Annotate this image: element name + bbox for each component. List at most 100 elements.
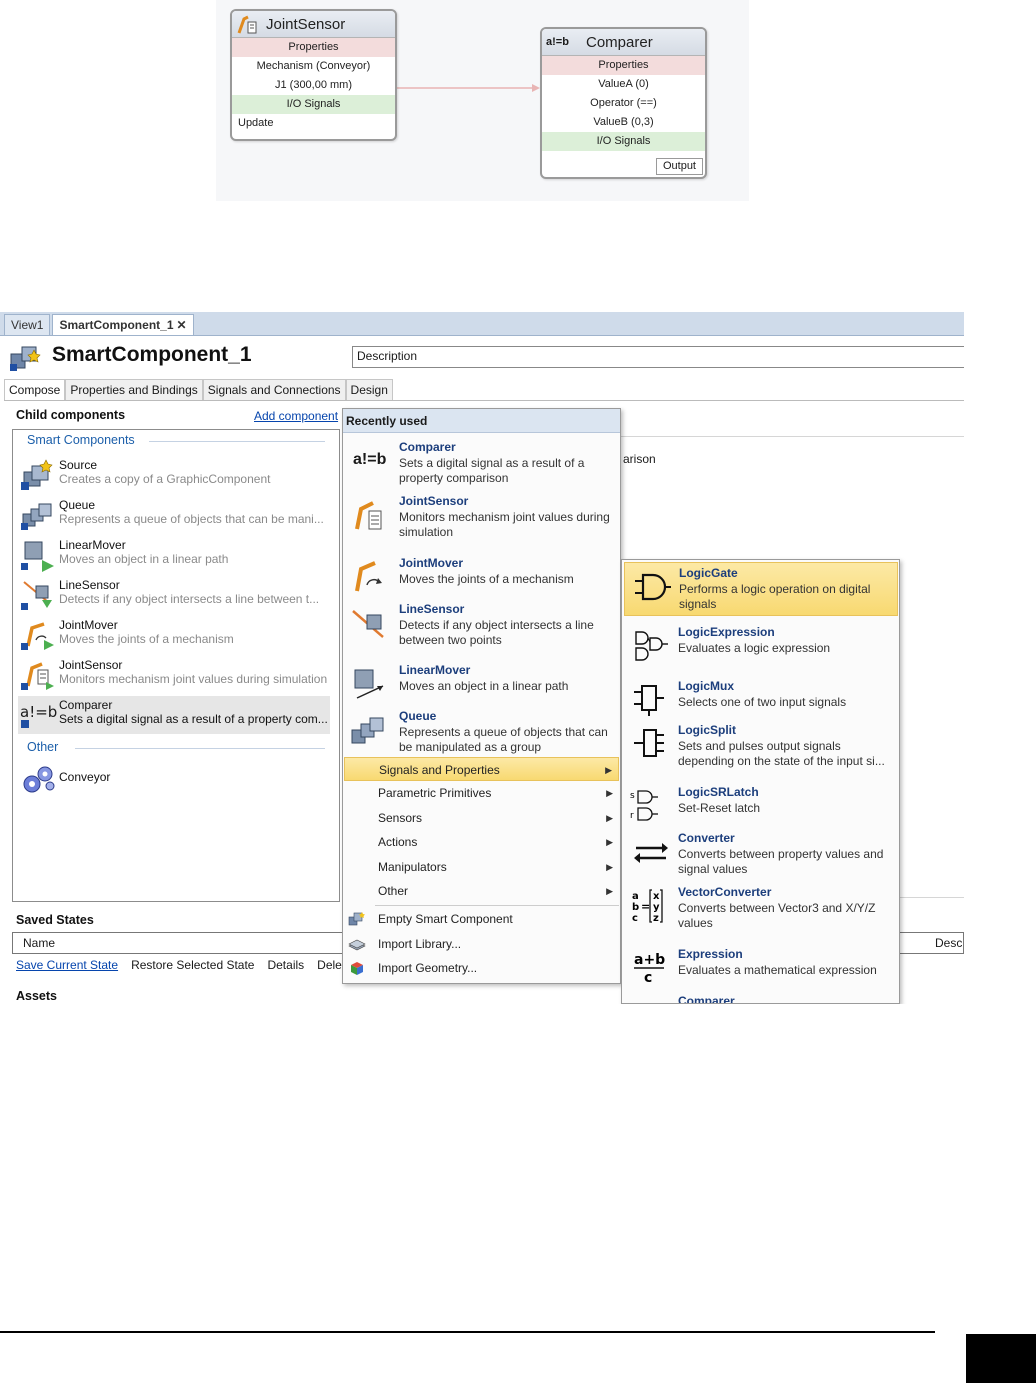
menu-item-vectorconverter[interactable]: a b c = x y z VectorConverter Converts b… xyxy=(624,882,898,936)
menu-item-title: Expression xyxy=(678,947,743,961)
svg-text:b: b xyxy=(632,902,639,913)
menu-item-linesensor[interactable]: LineSensor Detects if any object interse… xyxy=(345,599,618,655)
tab-design[interactable]: Design xyxy=(345,379,393,400)
value-a-property[interactable]: ValueA (0) xyxy=(542,75,705,94)
line-sensor-icon xyxy=(21,581,52,610)
menu-item-logicsplit[interactable]: LogicSplit Sets and pulses output signal… xyxy=(624,720,898,776)
menu-item-description: Performs a logic operation on digital si… xyxy=(679,582,871,611)
submenu-parametric-primitives[interactable]: Parametric Primitives ▶ xyxy=(344,781,619,805)
component-name: Queue xyxy=(59,498,96,512)
svg-text:s: s xyxy=(630,791,635,801)
joint-sensor-icon xyxy=(355,501,382,530)
import-geometry-item[interactable]: Import Geometry... xyxy=(344,956,619,980)
submenu-label: Parametric Primitives xyxy=(378,786,492,800)
submenu-label: Actions xyxy=(378,835,418,849)
queue-icon xyxy=(351,717,384,744)
node-properties-row: Properties xyxy=(542,56,705,75)
submenu-other[interactable]: Other ▶ xyxy=(344,879,619,903)
submenu-signals-and-properties[interactable]: Signals and Properties ▶ xyxy=(344,757,619,781)
list-item-jointmover[interactable]: JointMover Moves the joints of a mechani… xyxy=(18,616,330,654)
menu-item-logicgate[interactable]: LogicGate Performs a logic operation on … xyxy=(624,562,898,616)
component-description: Creates a copy of a GraphicComponent xyxy=(59,472,271,486)
submenu-actions[interactable]: Actions ▶ xyxy=(344,830,619,854)
menu-item-title: LogicGate xyxy=(679,566,738,580)
list-item-comparer[interactable]: a!=b Comparer Sets a digital signal as a… xyxy=(18,696,330,734)
menu-item-description: Moves the joints of a mechanism xyxy=(399,572,574,586)
svg-text:x: x xyxy=(653,891,660,902)
title-row: SmartComponent_1 Description xyxy=(0,340,964,374)
menu-item-description: Converts between Vector3 and X/Y/Z value… xyxy=(678,901,876,930)
description-field[interactable]: Description xyxy=(352,346,964,368)
tab-smartcomponent-1[interactable]: SmartComponent_1 ✕ xyxy=(52,314,194,335)
chevron-right-icon: ▶ xyxy=(606,886,613,896)
menu-item-converter[interactable]: Converter Converts between property valu… xyxy=(624,828,898,882)
menu-item-linearmover[interactable]: LinearMover Moves an object in a linear … xyxy=(345,660,618,702)
menu-item-comparer[interactable]: a!=b Comparer Sets a digital signal as a… xyxy=(345,437,618,489)
child-components-list[interactable]: Smart Components Source Creates a copy o… xyxy=(12,429,340,902)
menu-item-jointsensor[interactable]: JointSensor Monitors mechanism joint val… xyxy=(345,491,618,549)
menu-item-title: Comparer xyxy=(678,994,735,1004)
j1-property[interactable]: J1 (300,00 mm) xyxy=(232,76,395,95)
mechanism-property[interactable]: Mechanism (Conveyor) xyxy=(232,57,395,76)
node-properties-row: Properties xyxy=(232,38,395,57)
output-signal[interactable]: Output xyxy=(655,158,703,175)
list-item-source[interactable]: Source Creates a copy of a GraphicCompon… xyxy=(18,456,330,494)
menu-item-logicmux[interactable]: LogicMux Selects one of two input signal… xyxy=(624,676,898,722)
list-item-jointsensor[interactable]: JointSensor Monitors mechanism joint val… xyxy=(18,656,330,694)
list-item-linearmover[interactable]: LinearMover Moves an object in a linear … xyxy=(18,536,330,574)
empty-smart-component-item[interactable]: Empty Smart Component xyxy=(344,907,619,931)
menu-item-queue[interactable]: Queue Represents a queue of objects that… xyxy=(345,706,618,758)
menu-item-title: LogicMux xyxy=(678,679,734,693)
tab-view1[interactable]: View1 xyxy=(4,314,51,335)
menu-item-title: JointSensor xyxy=(399,494,469,508)
menu-item-comparer[interactable]: Comparer xyxy=(624,990,898,1004)
svg-text:a: a xyxy=(632,891,639,902)
import-library-item[interactable]: Import Library... xyxy=(344,932,619,956)
tab-properties-and-bindings[interactable]: Properties and Bindings xyxy=(65,379,203,400)
list-item-conveyor[interactable]: Conveyor xyxy=(18,760,330,798)
column-header-name[interactable]: Name xyxy=(23,936,55,950)
menu-action-label: Import Geometry... xyxy=(378,961,478,975)
menu-item-logicsrlatch[interactable]: s r LogicSRLatch Set-Reset latch xyxy=(624,782,898,828)
node-io-signals-row: I/O Signals xyxy=(232,95,395,114)
menu-item-title: VectorConverter xyxy=(678,885,772,899)
update-signal[interactable]: Update xyxy=(232,114,395,133)
menu-action-label: Import Library... xyxy=(378,937,462,951)
save-current-state-link[interactable]: Save Current State xyxy=(16,958,118,972)
list-item-linesensor[interactable]: LineSensor Detects if any object interse… xyxy=(18,576,330,614)
joint-sensor-node-title: JointSensor xyxy=(266,15,346,33)
tab-smartcomponent-1-label: SmartComponent_1 xyxy=(59,318,174,332)
menu-item-logicexpression[interactable]: LogicExpression Evaluates a logic expres… xyxy=(624,622,898,668)
joint-sensor-node[interactable]: JointSensor Properties Mechanism (Convey… xyxy=(230,9,397,141)
close-icon[interactable]: ✕ xyxy=(177,318,187,332)
restore-selected-state-button[interactable]: Restore Selected State xyxy=(131,958,254,972)
component-name: JointMover xyxy=(59,618,118,632)
list-item-queue[interactable]: Queue Represents a queue of objects that… xyxy=(18,496,330,534)
menu-item-title: LineSensor xyxy=(399,602,465,616)
component-description: Moves the joints of a mechanism xyxy=(59,632,234,646)
value-b-property[interactable]: ValueB (0,3) xyxy=(542,113,705,132)
tab-compose[interactable]: Compose xyxy=(4,379,66,400)
signals-and-properties-submenu[interactable]: LogicGate Performs a logic operation on … xyxy=(621,559,900,1004)
comparer-icon: a!=b xyxy=(20,698,57,732)
menu-item-description: Evaluates a mathematical expression xyxy=(678,963,877,977)
tab-signals-and-connections[interactable]: Signals and Connections xyxy=(202,379,346,400)
operator-property[interactable]: Operator (==) xyxy=(542,94,705,113)
menu-item-expression[interactable]: a+b c Expression Evaluates a mathematica… xyxy=(624,944,898,990)
source-icon xyxy=(21,459,53,490)
add-component-link[interactable]: Add component xyxy=(254,409,338,423)
comparer-node-header: a!=b Comparer xyxy=(542,29,705,56)
comparer-node[interactable]: a!=b Comparer Properties ValueA (0) Oper… xyxy=(540,27,707,179)
add-component-menu[interactable]: Recently used a!=b Comparer Sets a digit… xyxy=(342,408,621,984)
submenu-sensors[interactable]: Sensors ▶ xyxy=(344,806,619,830)
joint-sensor-icon xyxy=(21,662,54,690)
child-components-heading: Child components xyxy=(16,408,126,422)
column-header-description[interactable]: Desc xyxy=(935,936,962,950)
queue-icon xyxy=(21,503,52,530)
joint-mover-icon xyxy=(355,561,382,592)
menu-item-jointmover[interactable]: JointMover Moves the joints of a mechani… xyxy=(345,553,618,595)
saved-states-heading: Saved States xyxy=(16,913,94,927)
details-button[interactable]: Details xyxy=(267,958,304,972)
submenu-label: Manipulators xyxy=(378,860,447,874)
submenu-manipulators[interactable]: Manipulators ▶ xyxy=(344,855,619,879)
